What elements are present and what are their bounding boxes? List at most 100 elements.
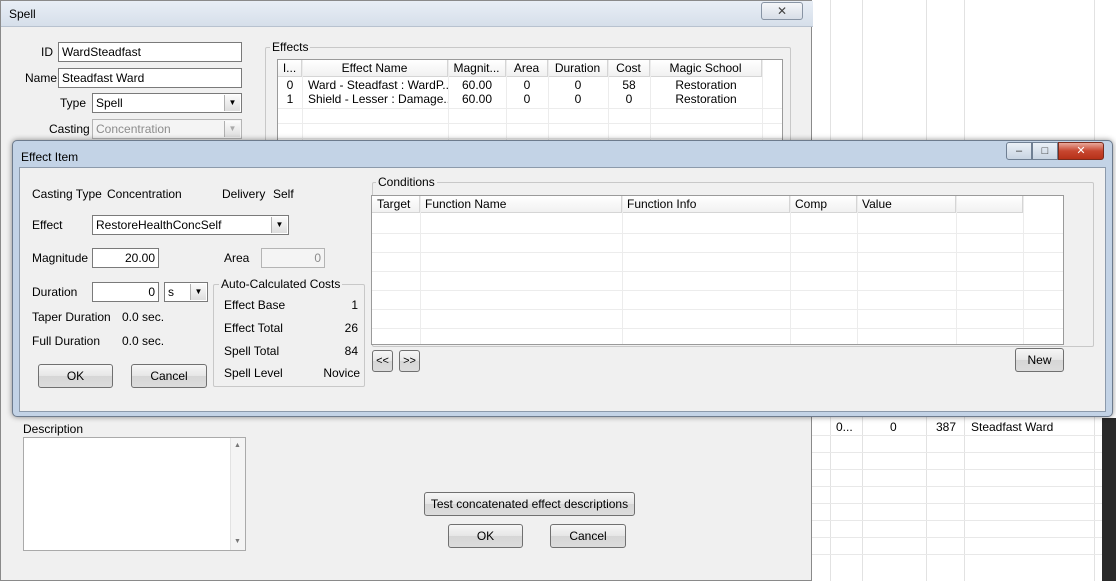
minimize-button[interactable]: – (1006, 142, 1032, 160)
spell-titlebar[interactable]: Spell ✕ (1, 1, 813, 27)
effect-base-value: 1 (351, 298, 358, 312)
area-field[interactable]: 0 (261, 248, 325, 268)
full-duration-label: Full Duration (32, 334, 101, 348)
effects-group-title: Effects (270, 40, 311, 54)
column-header-blank[interactable] (956, 196, 1023, 212)
id-label: ID (41, 45, 53, 59)
spell-total-label: Spell Total (224, 344, 280, 358)
description-textarea[interactable] (23, 437, 246, 551)
cell-magnitude: 60.00 (461, 92, 493, 106)
effect-total-label: Effect Total (224, 321, 283, 335)
column-header-magic-school[interactable]: Magic School (650, 60, 762, 76)
cell-duration: 0 (574, 78, 582, 92)
close-icon: ✕ (1076, 145, 1086, 157)
grid-line (372, 290, 1063, 291)
delivery-label: Delivery (222, 187, 266, 201)
casting-type-label: Casting Type (32, 187, 102, 201)
name-label: Name (25, 71, 58, 85)
column-header-magnitude[interactable]: Magnit... (448, 60, 506, 76)
minimize-icon: – (1015, 145, 1023, 157)
background-grid-line (812, 554, 1102, 555)
name-field[interactable]: Steadfast Ward (58, 68, 242, 88)
type-select-value: Spell (96, 96, 123, 110)
background-grid-line (812, 520, 1102, 521)
background-grid-line (812, 452, 1102, 453)
dropdown-arrow-icon[interactable]: ▼ (271, 217, 287, 233)
grid-line (372, 271, 1063, 272)
description-label: Description (23, 422, 84, 436)
column-header-value[interactable]: Value (857, 196, 956, 212)
spell-cancel-button[interactable]: Cancel (550, 524, 626, 548)
prev-condition-button[interactable]: << (372, 350, 393, 372)
duration-label: Duration (32, 285, 78, 299)
cell-area: 0 (523, 78, 531, 92)
duration-field[interactable]: 0 (92, 282, 159, 302)
effect-base-label: Effect Base (224, 298, 286, 312)
effect-label: Effect (32, 218, 63, 232)
table-row[interactable]: 0 Ward - Steadfast : WardP... 60.00 0 0 … (278, 78, 762, 93)
column-header-index[interactable]: I... (278, 60, 302, 76)
effect-select-value: RestoreHealthConcSelf (96, 218, 222, 232)
column-header-area[interactable]: Area (506, 60, 548, 76)
column-header-duration[interactable]: Duration (548, 60, 608, 76)
type-select[interactable]: Spell ▼ (92, 93, 242, 113)
duration-unit-value: s (168, 285, 174, 299)
casting-select[interactable]: Concentration ▼ (92, 119, 242, 139)
delivery-value: Self (273, 187, 294, 201)
spell-close-button[interactable]: ✕ (761, 2, 803, 20)
new-condition-button[interactable]: New (1015, 348, 1064, 372)
magnitude-label: Magnitude (32, 251, 89, 265)
test-descriptions-button[interactable]: Test concatenated effect descriptions (424, 492, 635, 516)
scroll-down-icon[interactable]: ▼ (234, 538, 241, 545)
scroll-up-icon[interactable]: ▲ (234, 442, 241, 449)
cell-magnitude: 60.00 (461, 78, 493, 92)
column-header-function-name[interactable]: Function Name (420, 196, 622, 212)
next-condition-button[interactable]: >> (399, 350, 420, 372)
cell-area: 0 (523, 92, 531, 106)
area-label: Area (224, 251, 250, 265)
maximize-button[interactable]: □ (1032, 142, 1058, 160)
effect-select[interactable]: RestoreHealthConcSelf ▼ (92, 215, 289, 235)
table-row[interactable]: 1 Shield - Lesser : Damage... 60.00 0 0 … (278, 92, 762, 107)
id-field[interactable]: WardSteadfast (58, 42, 242, 62)
conditions-list[interactable]: Target Function Name Function Info Comp … (371, 195, 1064, 345)
column-header-cost[interactable]: Cost (608, 60, 650, 76)
spell-ok-button[interactable]: OK (448, 524, 523, 548)
effect-item-close-button[interactable]: ✕ (1058, 142, 1104, 160)
magnitude-field[interactable]: 20.00 (92, 248, 159, 268)
cell-index: 0 (286, 78, 294, 92)
duration-unit-select[interactable]: s ▼ (164, 282, 208, 302)
full-duration-value: 0.0 sec. (122, 334, 165, 348)
cell-index: 1 (286, 92, 294, 106)
background-cell[interactable]: 387 (936, 420, 956, 434)
background-grid-line (812, 503, 1102, 504)
background-cell[interactable]: 0... (836, 420, 853, 434)
grid-line (372, 309, 1063, 310)
dropdown-arrow-icon[interactable]: ▼ (224, 121, 240, 137)
effect-ok-button[interactable]: OK (38, 364, 113, 388)
dropdown-arrow-icon[interactable]: ▼ (190, 284, 206, 300)
effects-list[interactable]: I... Effect Name Magnit... Area Duration… (277, 59, 783, 145)
cell-cost: 0 (625, 92, 633, 106)
background-cell[interactable]: Steadfast Ward (971, 420, 1053, 434)
column-header-effect-name[interactable]: Effect Name (302, 60, 448, 76)
taper-duration-value: 0.0 sec. (122, 310, 165, 324)
background-cell[interactable]: 0 (890, 420, 897, 434)
column-header-target[interactable]: Target (372, 196, 420, 212)
casting-label: Casting (49, 122, 90, 136)
column-header-function-info[interactable]: Function Info (622, 196, 790, 212)
conditions-group-title: Conditions (376, 175, 437, 189)
spell-level-label: Spell Level (224, 366, 283, 380)
grid-line (278, 123, 782, 124)
casting-type-value: Concentration (107, 187, 182, 201)
cell-magic-school: Restoration (675, 78, 737, 92)
effect-total-value: 26 (344, 321, 358, 335)
column-header-comp[interactable]: Comp (790, 196, 857, 212)
background-grid-line (812, 469, 1102, 470)
grid-line (372, 252, 1063, 253)
effect-cancel-button[interactable]: Cancel (131, 364, 207, 388)
description-scrollbar[interactable]: ▲ ▼ (230, 438, 245, 550)
background-grid-line (812, 486, 1102, 487)
effect-item-dialog: Effect Item – □ ✕ Casting Type Concentra… (12, 140, 1113, 417)
dropdown-arrow-icon[interactable]: ▼ (224, 95, 240, 111)
